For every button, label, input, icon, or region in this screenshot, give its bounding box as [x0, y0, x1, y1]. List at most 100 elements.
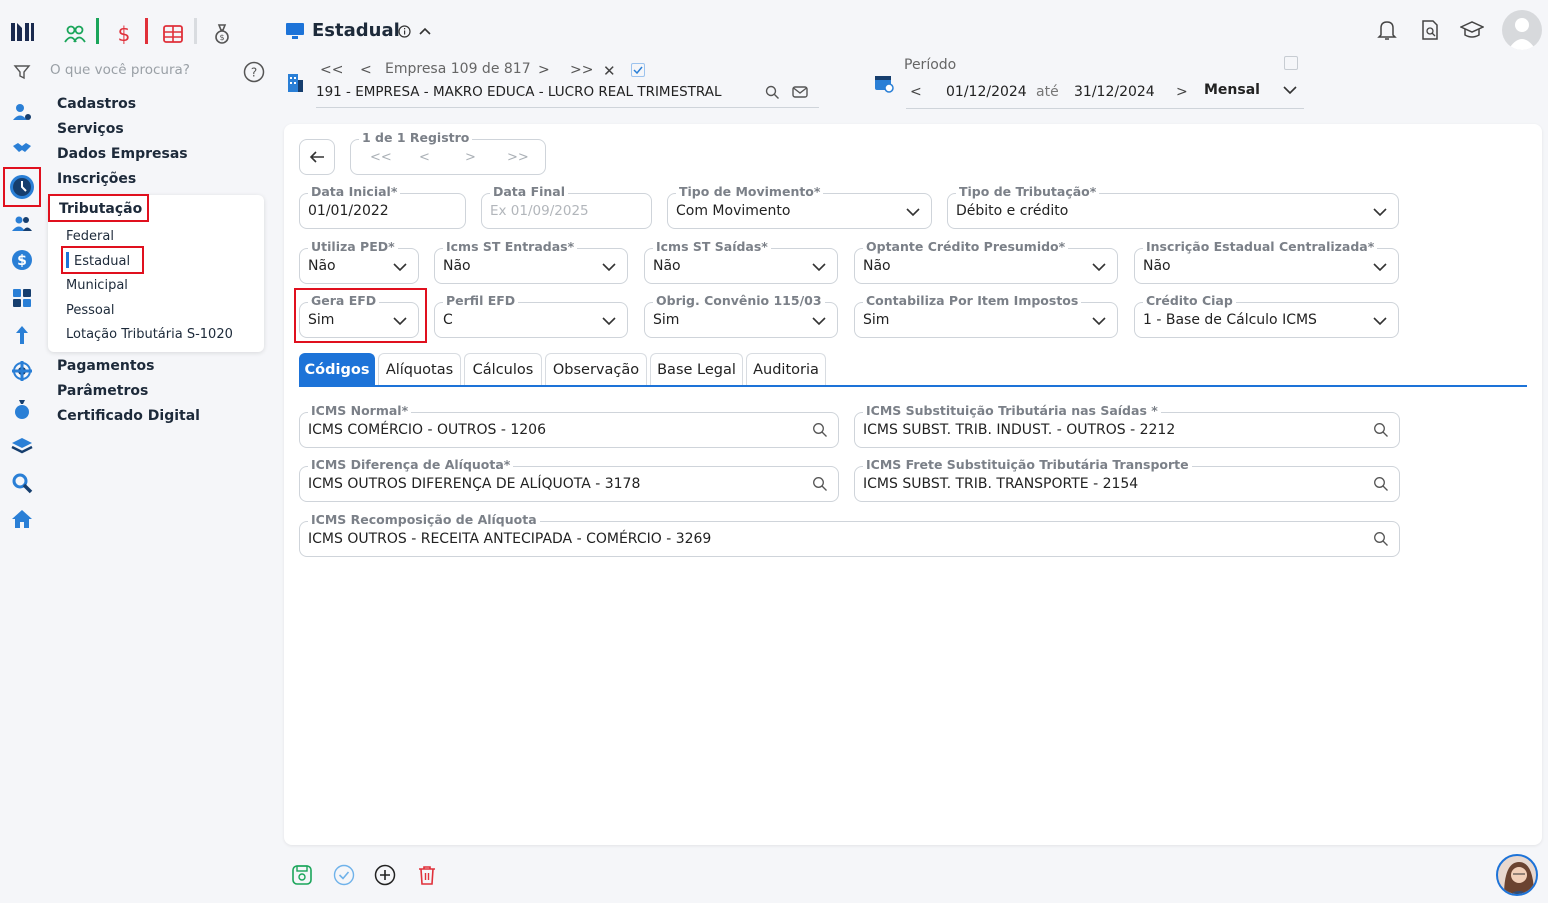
handshake-icon[interactable]	[8, 134, 36, 162]
home-icon[interactable]	[8, 505, 36, 533]
utiliza-ped-select[interactable]: Utiliza PED* Não	[299, 239, 419, 284]
submenu-pessoal[interactable]: Pessoal	[66, 303, 114, 318]
search-icon[interactable]	[1373, 531, 1389, 547]
data-inicial-field[interactable]: Data Inicial* 01/01/2022	[299, 184, 466, 229]
info-icon[interactable]	[398, 25, 411, 38]
record-prev-button[interactable]: <	[419, 150, 430, 165]
menu-certificado[interactable]: Certificado Digital	[57, 408, 200, 424]
data-final-field[interactable]: Data Final Ex 01/09/2025	[481, 184, 652, 229]
user-settings-icon[interactable]	[8, 98, 36, 126]
contabiliza-select[interactable]: Contabiliza Por Item Impostos Sim	[854, 293, 1118, 338]
tab-calculos[interactable]: Cálculos	[464, 353, 542, 385]
tab-observacao[interactable]: Observação	[545, 353, 647, 385]
delete-button[interactable]	[416, 864, 438, 886]
clock-icon[interactable]	[8, 173, 36, 201]
icms-normal-value: ICMS COMÉRCIO - OUTROS - 1206	[308, 422, 546, 438]
company-name[interactable]: 191 - EMPRESA - MAKRO EDUCA - LUCRO REAL…	[316, 84, 722, 100]
next-company-button[interactable]: >	[538, 62, 550, 78]
money-bag-icon[interactable]	[8, 395, 36, 423]
company-checkbox[interactable]	[631, 63, 645, 77]
next-period-button[interactable]: >	[1176, 84, 1188, 100]
back-button[interactable]	[299, 139, 335, 175]
menu-inscricoes[interactable]: Inscrições	[57, 171, 136, 187]
avatar[interactable]	[1502, 10, 1542, 50]
icms-subst-saidas-field[interactable]: ICMS Substituição Tributária nas Saídas …	[854, 403, 1400, 448]
icms-normal-field[interactable]: ICMS Normal* ICMS COMÉRCIO - OUTROS - 12…	[299, 403, 839, 448]
chevron-up-icon[interactable]	[418, 25, 432, 37]
search-icon[interactable]	[1373, 422, 1389, 438]
tipo-tributacao-select[interactable]: Tipo de Tributação* Débito e crédito	[947, 184, 1399, 229]
search-icon[interactable]	[812, 476, 828, 492]
company-search-icon[interactable]	[765, 85, 780, 100]
period-end[interactable]: 31/12/2024	[1074, 84, 1155, 100]
period-checkbox[interactable]	[1284, 56, 1298, 70]
bell-icon[interactable]	[1377, 19, 1397, 41]
filter-icon[interactable]	[8, 58, 36, 86]
period-start[interactable]: 01/12/2024	[946, 84, 1027, 100]
submenu-estadual[interactable]: Estadual	[74, 254, 130, 269]
prev-company-button[interactable]: <	[360, 62, 372, 78]
prev-period-button[interactable]: <	[910, 84, 922, 100]
menu-dados-empresas[interactable]: Dados Empresas	[57, 146, 188, 162]
record-next-button[interactable]: >	[465, 150, 476, 165]
tab-codigos[interactable]: Códigos	[299, 353, 375, 385]
upload-icon[interactable]	[8, 321, 36, 349]
last-company-button[interactable]: >>	[570, 62, 593, 78]
chevron-down-icon	[1092, 263, 1106, 272]
submenu-municipal[interactable]: Municipal	[66, 278, 128, 293]
tab-base-legal[interactable]: Base Legal	[650, 353, 743, 385]
credito-ciap-select[interactable]: Crédito Ciap 1 - Base de Cálculo ICMS	[1134, 293, 1399, 338]
menu-parametros[interactable]: Parâmetros	[57, 383, 148, 399]
moneybag-module-icon[interactable]: $	[207, 19, 237, 49]
icms-st-saidas-select[interactable]: Icms ST Saídas* Não	[644, 239, 838, 284]
app-logo-icon[interactable]	[8, 18, 36, 46]
obrig-convenio-select[interactable]: Obrig. Convênio 115/03 Sim	[644, 293, 838, 338]
table-module-icon[interactable]	[158, 19, 188, 49]
search-icon[interactable]	[1373, 476, 1389, 492]
calculator-icon[interactable]	[8, 284, 36, 312]
mail-icon[interactable]	[792, 85, 808, 99]
finance-module-icon[interactable]: $	[109, 19, 139, 49]
gera-efd-select[interactable]: Gera EFD Sim	[299, 293, 419, 338]
graduation-cap-icon[interactable]	[1460, 20, 1484, 40]
period-underline	[906, 108, 1304, 109]
chevron-down-icon	[602, 317, 616, 326]
tab-auditoria[interactable]: Auditoria	[746, 353, 826, 385]
icms-st-entradas-select[interactable]: Icms ST Entradas* Não	[434, 239, 628, 284]
submenu-federal[interactable]: Federal	[66, 229, 114, 244]
record-last-button[interactable]: >>	[507, 150, 529, 165]
search-rail-icon[interactable]	[8, 469, 36, 497]
network-icon[interactable]	[8, 357, 36, 385]
divider-red	[145, 18, 148, 44]
record-first-button[interactable]: <<	[370, 150, 392, 165]
icms-recomposicao-field[interactable]: ICMS Recomposição de Alíquota ICMS OUTRO…	[299, 512, 1400, 557]
period-frequency[interactable]: Mensal	[1204, 82, 1260, 98]
users-module-icon[interactable]	[60, 19, 90, 49]
perfil-efd-select[interactable]: Perfil EFD C	[434, 293, 628, 338]
first-company-button[interactable]: <<	[320, 62, 343, 78]
menu-tributacao[interactable]: Tributação	[59, 201, 142, 217]
confirm-button[interactable]	[333, 864, 355, 886]
menu-servicos[interactable]: Serviços	[57, 121, 124, 137]
icms-dif-aliquota-field[interactable]: ICMS Diferença de Alíquota* ICMS OUTROS …	[299, 457, 839, 502]
people-icon[interactable]	[8, 210, 36, 238]
submenu-lotacao[interactable]: Lotação Tributária S-1020	[66, 327, 233, 342]
assistant-avatar[interactable]	[1496, 854, 1538, 896]
add-button[interactable]	[374, 864, 396, 886]
close-icon[interactable]: ✕	[603, 62, 616, 80]
optante-credito-select[interactable]: Optante Crédito Presumido* Não	[854, 239, 1118, 284]
frequency-chevron-down-icon[interactable]	[1282, 83, 1298, 97]
tab-aliquotas[interactable]: Alíquotas	[378, 353, 461, 385]
menu-pagamentos[interactable]: Pagamentos	[57, 358, 155, 374]
menu-search-input[interactable]: O que você procura?	[50, 62, 190, 78]
help-icon[interactable]: ?	[243, 61, 265, 83]
tipo-movimento-select[interactable]: Tipo de Movimento* Com Movimento	[667, 184, 932, 229]
document-search-icon[interactable]	[1420, 19, 1440, 41]
save-button[interactable]	[291, 864, 313, 886]
icms-frete-field[interactable]: ICMS Frete Substituição Tributária Trans…	[854, 457, 1400, 502]
dollar-icon[interactable]: $	[8, 246, 36, 274]
inscricao-centralizada-select[interactable]: Inscrição Estadual Centralizada* Não	[1134, 239, 1399, 284]
search-icon[interactable]	[812, 422, 828, 438]
layers-icon[interactable]	[8, 432, 36, 460]
menu-cadastros[interactable]: Cadastros	[57, 96, 136, 112]
